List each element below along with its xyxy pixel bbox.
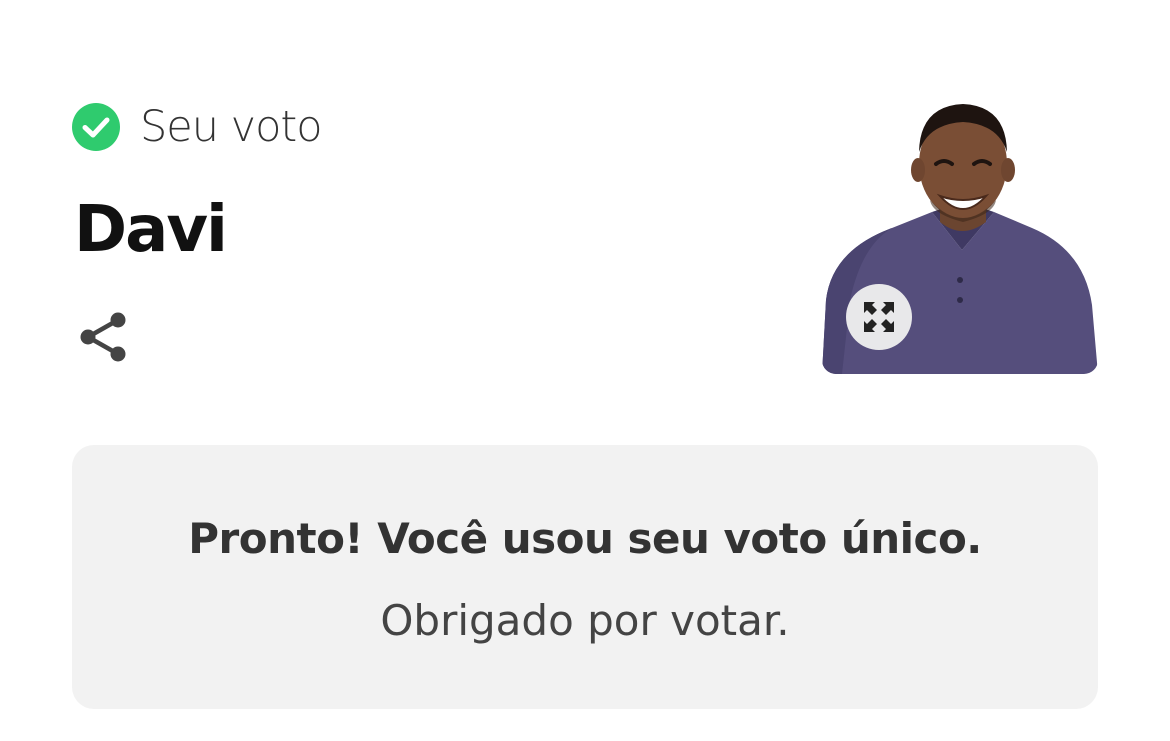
expand-photo-button[interactable]	[846, 284, 912, 350]
confirmation-panel: Pronto! Você usou seu voto único. Obriga…	[72, 445, 1098, 709]
vote-label: Seu voto	[140, 102, 323, 152]
vote-status: Seu voto	[72, 102, 323, 152]
confirmation-title: Pronto! Você usou seu voto único.	[188, 514, 982, 563]
check-circle-icon	[72, 103, 120, 151]
share-button[interactable]	[76, 310, 130, 364]
share-icon	[80, 312, 126, 362]
expand-icon	[864, 302, 894, 332]
candidate-name: Davi	[74, 193, 228, 267]
confirmation-subtitle: Obrigado por votar.	[380, 596, 790, 645]
